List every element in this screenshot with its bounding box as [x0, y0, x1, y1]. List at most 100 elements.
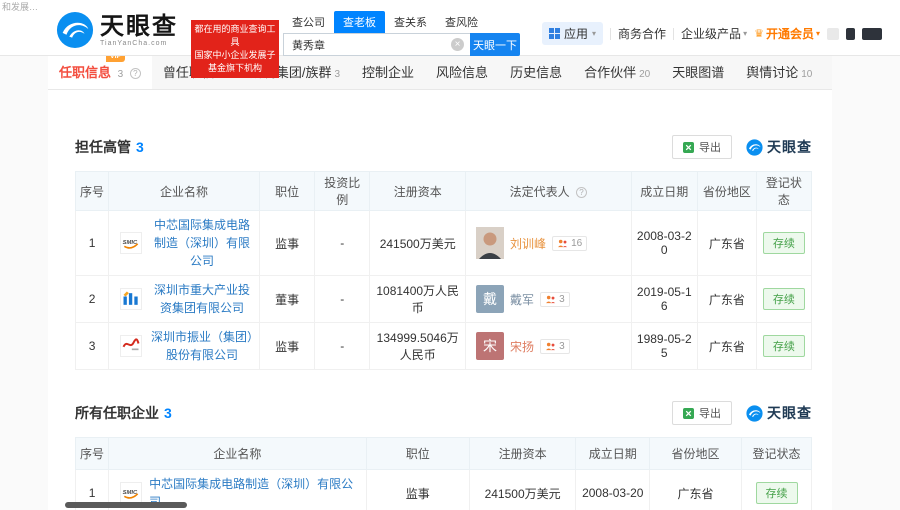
- nav-tab-count: 20: [639, 69, 650, 80]
- status-badge: 存续: [756, 482, 798, 504]
- clear-icon[interactable]: ×: [451, 38, 464, 51]
- nav-tab-history-info[interactable]: 历史信息: [499, 56, 573, 89]
- nav-tab-partners[interactable]: 合作伙伴20: [573, 56, 661, 89]
- cell-date: 2008-03-20: [576, 470, 650, 510]
- search-input[interactable]: [283, 33, 470, 56]
- table-row: 1 SMIC 中芯国际集成电路制造（深圳）有限公司 监事 - 241500万美元: [76, 211, 812, 276]
- legal-rep-photo[interactable]: [476, 227, 504, 259]
- col-header-capital: 注册资本: [469, 438, 576, 470]
- section-title: 担任高管: [75, 137, 131, 157]
- cell-capital: 1081400万人民币: [370, 276, 466, 323]
- cell-position: 监事: [260, 211, 315, 276]
- apps-label: 应用: [564, 25, 588, 42]
- col-header-region: 省份地区: [697, 172, 756, 211]
- executive-positions-table: 序号 企业名称 职位 投资比例 注册资本 法定代表人 ? 成立日期 省份地区 登…: [75, 171, 812, 370]
- banner-line1: 都在用的商业查询工具: [193, 23, 277, 49]
- zhongda-logo: [120, 288, 142, 310]
- people-icon: [557, 239, 568, 248]
- status-badge: 存续: [763, 335, 805, 357]
- promo-banner: 都在用的商业查询工具 国家中小企业发展子基金旗下机构: [191, 20, 279, 78]
- nav-tab-label: 合作伙伴: [584, 65, 636, 80]
- tianyancha-logo-icon: [56, 11, 94, 49]
- logo-domain: TianYanCha.com: [100, 40, 178, 47]
- col-header-region: 省份地区: [650, 438, 742, 470]
- cell-no: 3: [76, 323, 109, 370]
- nav-tab-label: 任职信息: [59, 65, 111, 80]
- nav-tab-label: 舆情讨论: [746, 65, 798, 80]
- cell-ratio: -: [315, 276, 370, 323]
- nav-tab-label: 历史信息: [510, 65, 562, 80]
- search-box: 查公司 查老板 查关系 查风险 × 天眼一下: [283, 11, 520, 56]
- tianyancha-watermark-icon: [746, 405, 763, 422]
- cell-no: 2: [76, 276, 109, 323]
- nav-tab-risk-info[interactable]: 风险信息: [425, 56, 499, 89]
- legal-rep-link[interactable]: 宋扬: [510, 338, 534, 355]
- export-label: 导出: [699, 405, 721, 421]
- logo-name: 天眼查: [100, 14, 178, 40]
- search-tab-company[interactable]: 查公司: [283, 11, 334, 33]
- avatar[interactable]: [827, 28, 839, 40]
- partner-count-badge[interactable]: 16: [552, 236, 587, 251]
- user-widget-secondary[interactable]: [862, 28, 882, 40]
- help-icon[interactable]: ?: [130, 68, 141, 79]
- table-row: 2 深圳市重大产业投资集团有限公司 董事 - 1081400万人民币 戴 戴军: [76, 276, 812, 323]
- horizontal-scrollbar[interactable]: [65, 502, 187, 508]
- partner-count-badge[interactable]: 3: [540, 339, 570, 354]
- people-icon: [545, 295, 556, 304]
- cell-position: 监事: [260, 323, 315, 370]
- menu-divider: [673, 28, 674, 40]
- partner-count: 3: [559, 341, 565, 352]
- company-link[interactable]: 深圳市振业（集团）股份有限公司: [149, 328, 255, 364]
- company-link[interactable]: 中芯国际集成电路制造（深圳）有限公司: [149, 216, 255, 270]
- nav-tab-positions[interactable]: VIP 任职信息 3 ?: [48, 56, 152, 89]
- help-icon[interactable]: ?: [576, 187, 587, 198]
- tianyancha-logo[interactable]: 天眼查 TianYanCha.com: [56, 11, 178, 49]
- col-header-capital: 注册资本: [370, 172, 466, 211]
- export-button[interactable]: 导出: [672, 135, 732, 159]
- main-content: 担任高管 3 导出 天眼查: [48, 90, 832, 510]
- search-button[interactable]: 天眼一下: [470, 33, 520, 56]
- export-button[interactable]: 导出: [672, 401, 732, 425]
- legal-rep-avatar[interactable]: 宋: [476, 332, 504, 360]
- partner-count: 3: [559, 294, 565, 305]
- col-header-status: 登记状态: [742, 438, 812, 470]
- company-link[interactable]: 深圳市重大产业投资集团有限公司: [149, 281, 255, 317]
- vip-membership-label: 开通会员: [766, 25, 814, 42]
- caret-down-icon: ▾: [743, 29, 747, 38]
- apps-menu[interactable]: 应用 ▾: [542, 22, 603, 45]
- logo-text: 天眼查 TianYanCha.com: [100, 14, 178, 47]
- caret-down-icon: ▾: [592, 29, 596, 38]
- col-header-position: 职位: [260, 172, 315, 211]
- tianyancha-watermark: 天眼查: [746, 137, 812, 157]
- section-executive-positions: 担任高管 3 导出 天眼查: [75, 90, 812, 370]
- watermark-label: 天眼查: [767, 403, 812, 423]
- cell-region: 广东省: [697, 323, 756, 370]
- legal-rep-link[interactable]: 刘训峰: [510, 235, 546, 252]
- col-header-no: 序号: [76, 438, 109, 470]
- vip-membership-link[interactable]: ♛ 开通会员 ▾: [754, 25, 820, 42]
- right-gutter: [832, 56, 900, 510]
- legal-rep-link[interactable]: 戴军: [510, 291, 534, 308]
- legal-rep-avatar[interactable]: 戴: [476, 285, 504, 313]
- search-tab-boss[interactable]: 查老板: [334, 11, 385, 33]
- all-positions-table: 序号 企业名称 职位 注册资本 成立日期 省份地区 登记状态 1 SMIC: [75, 437, 812, 510]
- search-tab-relation[interactable]: 查关系: [385, 11, 436, 33]
- nav-tab-label: 控制企业: [362, 65, 414, 80]
- section-title: 所有任职企业: [75, 403, 159, 423]
- cell-date: 1989-05-25: [631, 323, 697, 370]
- nav-tab-graph[interactable]: 天眼图谱: [661, 56, 735, 89]
- business-cooperation-link[interactable]: 商务合作: [618, 25, 666, 42]
- excel-icon: [683, 408, 694, 419]
- enterprise-products-link[interactable]: 企业级产品 ▾: [681, 25, 747, 42]
- col-header-position: 职位: [366, 438, 469, 470]
- user-widget[interactable]: [846, 28, 855, 40]
- header-menu: 应用 ▾ 商务合作 企业级产品 ▾ ♛ 开通会员 ▾: [542, 22, 882, 45]
- profile-tab-bar: VIP 任职信息 3 ? 曾任职信息 所属集团/族群3 控制企业 风险信息 历史…: [48, 56, 832, 90]
- partner-count-badge[interactable]: 3: [540, 292, 570, 307]
- search-tab-risk[interactable]: 查风险: [436, 11, 487, 33]
- cell-capital: 241500万美元: [469, 470, 576, 510]
- col-header-date: 成立日期: [631, 172, 697, 211]
- nav-tab-public-opinion[interactable]: 舆情讨论10: [735, 56, 823, 89]
- nav-tab-controlled-companies[interactable]: 控制企业: [351, 56, 425, 89]
- cell-no: 1: [76, 211, 109, 276]
